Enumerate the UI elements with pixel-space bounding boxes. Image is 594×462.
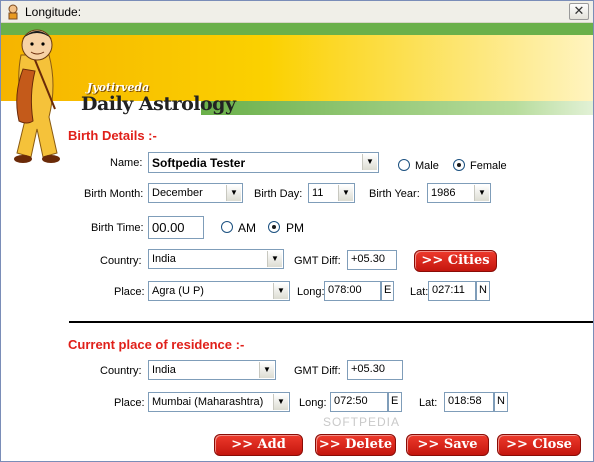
close-button[interactable]: >> Close — [497, 434, 581, 456]
name-label: Name: — [110, 157, 143, 169]
chevron-down-icon[interactable]: ▼ — [474, 185, 489, 201]
birth-country-value: India — [152, 253, 176, 265]
name-value: Softpedia Tester — [152, 156, 246, 170]
gender-female-radio[interactable] — [453, 159, 465, 171]
residence-lat-direction[interactable]: N — [494, 392, 508, 412]
birth-country-label: Country: — [100, 255, 142, 267]
gender-female-label: Female — [470, 160, 507, 172]
birth-lat-direction[interactable]: N — [476, 281, 490, 301]
mascot-illustration — [14, 29, 60, 163]
residence-long-input[interactable]: 072:50 — [330, 392, 388, 412]
birth-day-value: 11 — [312, 187, 324, 199]
title-bar: Longitude: ✕ — [1, 1, 593, 23]
pm-label: PM — [286, 221, 304, 235]
birth-time-input[interactable]: 00.00 — [148, 216, 204, 239]
chevron-down-icon[interactable]: ▼ — [273, 394, 288, 410]
birth-long-direction[interactable]: E — [381, 281, 394, 301]
birth-gmt-label: GMT Diff: — [294, 255, 341, 267]
banner-top-stripe — [1, 23, 593, 35]
birth-day-select[interactable]: 11 ▼ — [308, 183, 355, 203]
residence-place-select[interactable]: Mumbai (Maharashtra) ▼ — [148, 392, 290, 412]
birth-time-label: Birth Time: — [91, 222, 144, 234]
chevron-down-icon[interactable]: ▼ — [362, 154, 377, 170]
birth-place-label: Place: — [114, 286, 145, 298]
am-radio[interactable] — [221, 221, 233, 233]
birth-month-label: Birth Month: — [84, 188, 144, 200]
banner-green-stripe — [201, 101, 593, 115]
watermark: SOFTPEDIA — [323, 415, 401, 429]
add-button[interactable]: >> Add — [214, 434, 303, 456]
cities-button[interactable]: >> Cities — [414, 250, 497, 272]
window-close-button[interactable]: ✕ — [569, 3, 589, 20]
birth-year-label: Birth Year: — [369, 188, 420, 200]
chevron-down-icon[interactable]: ▼ — [226, 185, 241, 201]
birth-year-select[interactable]: 1986 ▼ — [427, 183, 491, 203]
residence-gmt-label: GMT Diff: — [294, 365, 341, 377]
birth-lat-label: Lat: — [410, 286, 429, 298]
birth-place-select[interactable]: Agra (U P) ▼ — [148, 281, 290, 301]
delete-button[interactable]: >> Delete — [315, 434, 396, 456]
birth-place-value: Agra (U P) — [152, 285, 204, 297]
chevron-down-icon[interactable]: ▼ — [273, 283, 288, 299]
birth-country-select[interactable]: India ▼ — [148, 249, 284, 269]
birth-long-input[interactable]: 078:00 — [324, 281, 381, 301]
chevron-down-icon[interactable]: ▼ — [267, 251, 282, 267]
birth-lat-input[interactable]: 027:11 — [428, 281, 476, 301]
residence-gmt-input[interactable]: +05.30 — [347, 360, 403, 380]
am-label: AM — [238, 221, 256, 235]
residence-country-label: Country: — [100, 365, 142, 377]
gender-male-radio[interactable] — [398, 159, 410, 171]
section-divider — [69, 321, 593, 323]
residence-country-value: India — [152, 364, 176, 376]
app-window: Longitude: ✕ Jyotirveda Daily Astrology … — [0, 0, 594, 462]
residence-place-label: Place: — [114, 397, 145, 409]
gender-male-label: Male — [415, 160, 439, 172]
birth-long-label: Long: — [297, 286, 325, 298]
residence-country-select[interactable]: India ▼ — [148, 360, 276, 380]
residence-long-direction[interactable]: E — [388, 392, 402, 412]
birth-month-select[interactable]: December ▼ — [148, 183, 243, 203]
window-title: Longitude: — [25, 5, 82, 19]
chevron-down-icon[interactable]: ▼ — [338, 185, 353, 201]
birth-gmt-input[interactable]: +05.30 — [347, 250, 397, 270]
birth-year-value: 1986 — [431, 187, 456, 199]
pm-radio[interactable] — [268, 221, 280, 233]
residence-lat-input[interactable]: 018:58 — [444, 392, 494, 412]
save-button[interactable]: >> Save — [406, 434, 489, 456]
residence-long-label: Long: — [299, 397, 327, 409]
app-icon — [8, 4, 18, 20]
chevron-down-icon[interactable]: ▼ — [259, 362, 274, 378]
birth-day-label: Birth Day: — [254, 188, 303, 200]
birth-month-value: December — [152, 187, 203, 199]
residence-heading: Current place of residence :- — [68, 337, 245, 352]
name-combobox[interactable]: Softpedia Tester ▼ — [148, 152, 379, 173]
brand-title: Daily Astrology — [81, 93, 236, 115]
birth-details-heading: Birth Details :- — [68, 128, 157, 143]
residence-lat-label: Lat: — [419, 397, 438, 409]
residence-place-value: Mumbai (Maharashtra) — [152, 396, 264, 408]
